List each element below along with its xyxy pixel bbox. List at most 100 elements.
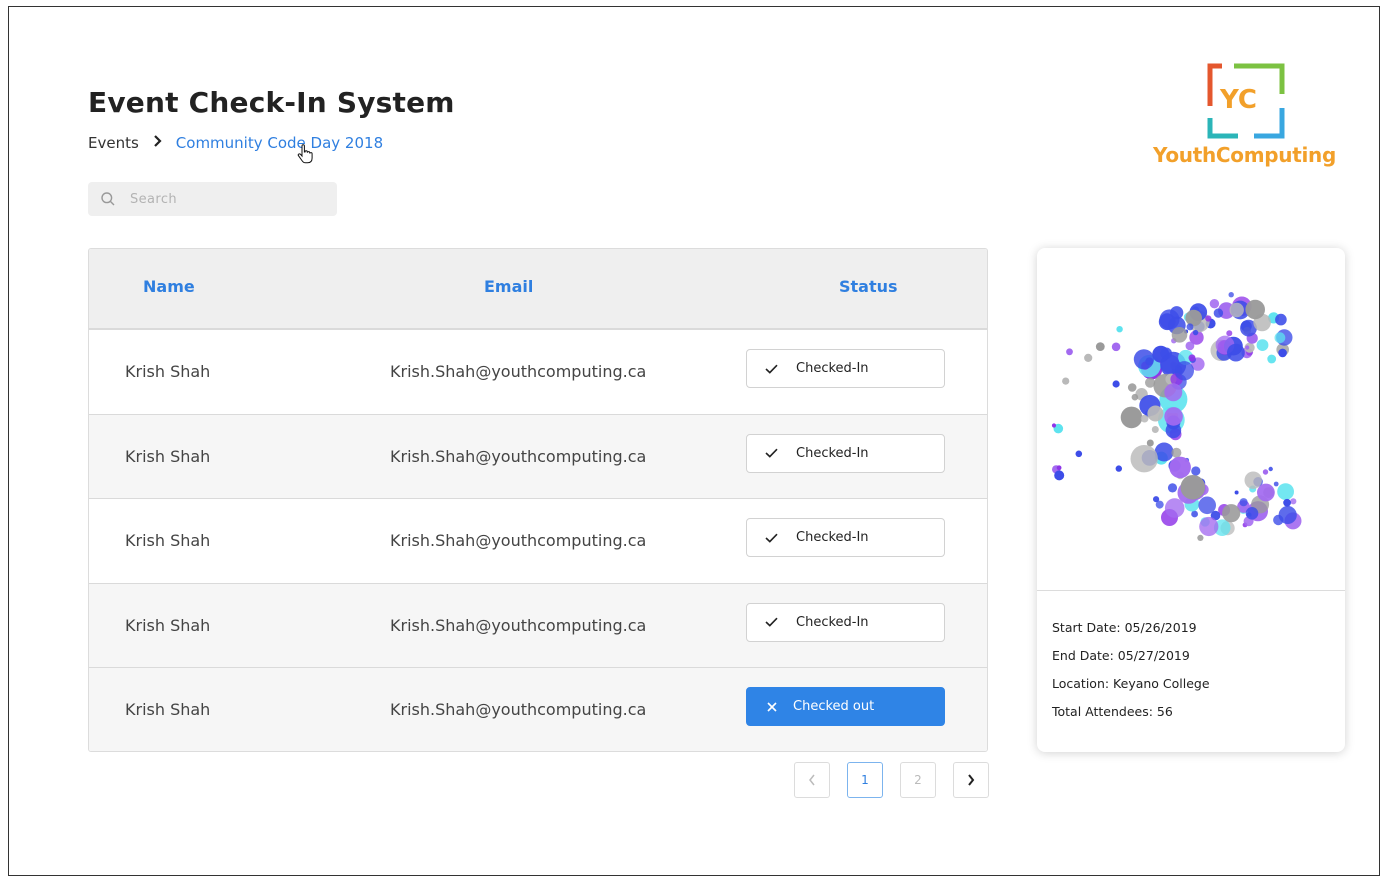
status-checked-in-button[interactable]: Checked-In (746, 349, 945, 388)
art-bubble (1227, 343, 1245, 362)
table-row: Krish Shah Krish.Shah@youthcomputing.ca … (89, 499, 987, 584)
column-header-status[interactable]: Status (839, 277, 898, 296)
search-icon (101, 192, 115, 206)
event-info: Start Date: 05/26/2019 End Date: 05/27/2… (1052, 620, 1210, 732)
page-title: Event Check-In System (88, 86, 455, 119)
art-bubble (1245, 507, 1259, 520)
art-bubble (1116, 326, 1123, 333)
art-bubble (1244, 471, 1262, 489)
logo-monogram: YC (1219, 85, 1257, 115)
art-bubble (1180, 475, 1206, 500)
art-bubble (1226, 330, 1233, 337)
status-checked-in-button[interactable]: Checked-In (746, 518, 945, 557)
art-bubble (1051, 423, 1057, 428)
art-bubble (1197, 534, 1204, 541)
status-label: Checked-In (796, 361, 869, 376)
art-bubble (1095, 342, 1105, 351)
attendee-name: Krish Shah (125, 531, 211, 550)
art-bubble (1146, 439, 1154, 447)
art-bubble (1111, 342, 1121, 352)
art-bubble (1164, 383, 1183, 402)
column-header-name[interactable]: Name (143, 277, 195, 296)
close-icon (767, 701, 777, 712)
breadcrumb-current-event[interactable]: Community Code Day 2018 (176, 134, 383, 152)
attendee-name: Krish Shah (125, 615, 211, 635)
art-bubble (1209, 299, 1220, 309)
art-bubble (1257, 483, 1275, 502)
check-icon (765, 533, 778, 543)
art-bubble (1054, 470, 1065, 481)
art-bubble (1268, 466, 1273, 472)
logo-text: YouthComputing (1153, 143, 1337, 167)
art-bubble (1274, 332, 1286, 344)
next-page-button[interactable] (953, 762, 989, 798)
art-bubble (1205, 315, 1212, 322)
art-bubble (1213, 308, 1224, 318)
art-bubble (1192, 329, 1199, 336)
check-icon (765, 617, 778, 627)
attendee-email: Krish.Shah@youthcomputing.ca (390, 615, 647, 635)
prev-page-button[interactable] (794, 762, 830, 798)
art-bubble (1267, 354, 1277, 364)
page-button-2[interactable]: 2 (900, 762, 936, 798)
attendee-email: Krish.Shah@youthcomputing.ca (390, 700, 647, 719)
art-bubble (1171, 327, 1188, 343)
search-input[interactable] (128, 190, 312, 208)
status-checked-out-button[interactable]: Checked out (746, 687, 945, 726)
event-bubble-artwork (1051, 292, 1302, 541)
art-bubble (1277, 483, 1294, 500)
art-bubble (1275, 313, 1287, 326)
check-icon (765, 448, 778, 458)
art-bubble (1185, 341, 1195, 351)
event-details-card: Start Date: 05/26/2019 End Date: 05/27/2… (1037, 248, 1345, 752)
table-row: Krish Shah Krish.Shah@youthcomputing.ca … (89, 330, 987, 415)
art-bubble (1239, 498, 1248, 507)
page-button-1[interactable]: 1 (847, 762, 883, 798)
art-bubble (1234, 490, 1239, 495)
chevron-right-icon (153, 135, 162, 151)
art-bubble (1262, 469, 1269, 475)
art-bubble (1283, 498, 1291, 507)
pointer-cursor-icon (297, 144, 313, 164)
art-bubble (1145, 357, 1154, 366)
art-bubble (1151, 426, 1159, 433)
event-location: Location: Keyano College (1052, 676, 1210, 691)
event-end-date: End Date: 05/27/2019 (1052, 648, 1190, 663)
column-header-email[interactable]: Email (484, 277, 533, 296)
check-icon (765, 364, 778, 374)
search-bar[interactable] (88, 182, 337, 216)
art-bubble (1245, 299, 1265, 320)
art-bubble (1066, 348, 1073, 356)
event-start-date: Start Date: 05/26/2019 (1052, 620, 1197, 635)
table-row: Krish Shah Krish.Shah@youthcomputing.ca … (89, 414, 987, 499)
art-bubble (1185, 309, 1202, 327)
art-bubble (1278, 505, 1297, 525)
table-row: Krish Shah Krish.Shah@youthcomputing.ca … (89, 668, 987, 751)
status-label: Checked-In (796, 614, 869, 630)
status-checked-in-button[interactable]: Checked-In (746, 602, 945, 642)
table-header: Name Email Status (89, 249, 987, 330)
breadcrumb-events-link[interactable]: Events (88, 134, 139, 152)
attendee-email: Krish.Shah@youthcomputing.ca (390, 446, 647, 466)
card-divider (1037, 590, 1345, 591)
art-bubble (1191, 466, 1201, 476)
art-bubble (1112, 380, 1120, 388)
status-checked-in-button[interactable]: Checked-In (746, 433, 945, 473)
art-bubble (1164, 498, 1185, 518)
art-bubble (1115, 465, 1122, 472)
art-bubble (1273, 481, 1279, 487)
art-bubble (1120, 406, 1143, 429)
art-bubble (1127, 383, 1137, 392)
art-bubble (1075, 450, 1083, 458)
breadcrumb: Events Community Code Day 2018 (88, 134, 383, 152)
art-bubble (1228, 292, 1234, 298)
status-label: Checked out (793, 699, 875, 714)
art-bubble (1160, 347, 1172, 360)
table-row: Krish Shah Krish.Shah@youthcomputing.ca … (89, 583, 987, 668)
art-bubble (1169, 456, 1191, 479)
pagination: 1 2 (794, 762, 989, 798)
art-bubble (1229, 302, 1244, 318)
art-bubble (1167, 483, 1178, 493)
art-bubble (1191, 510, 1198, 518)
attendee-table: Name Email Status Krish Shah Krish.Shah@… (88, 248, 988, 752)
